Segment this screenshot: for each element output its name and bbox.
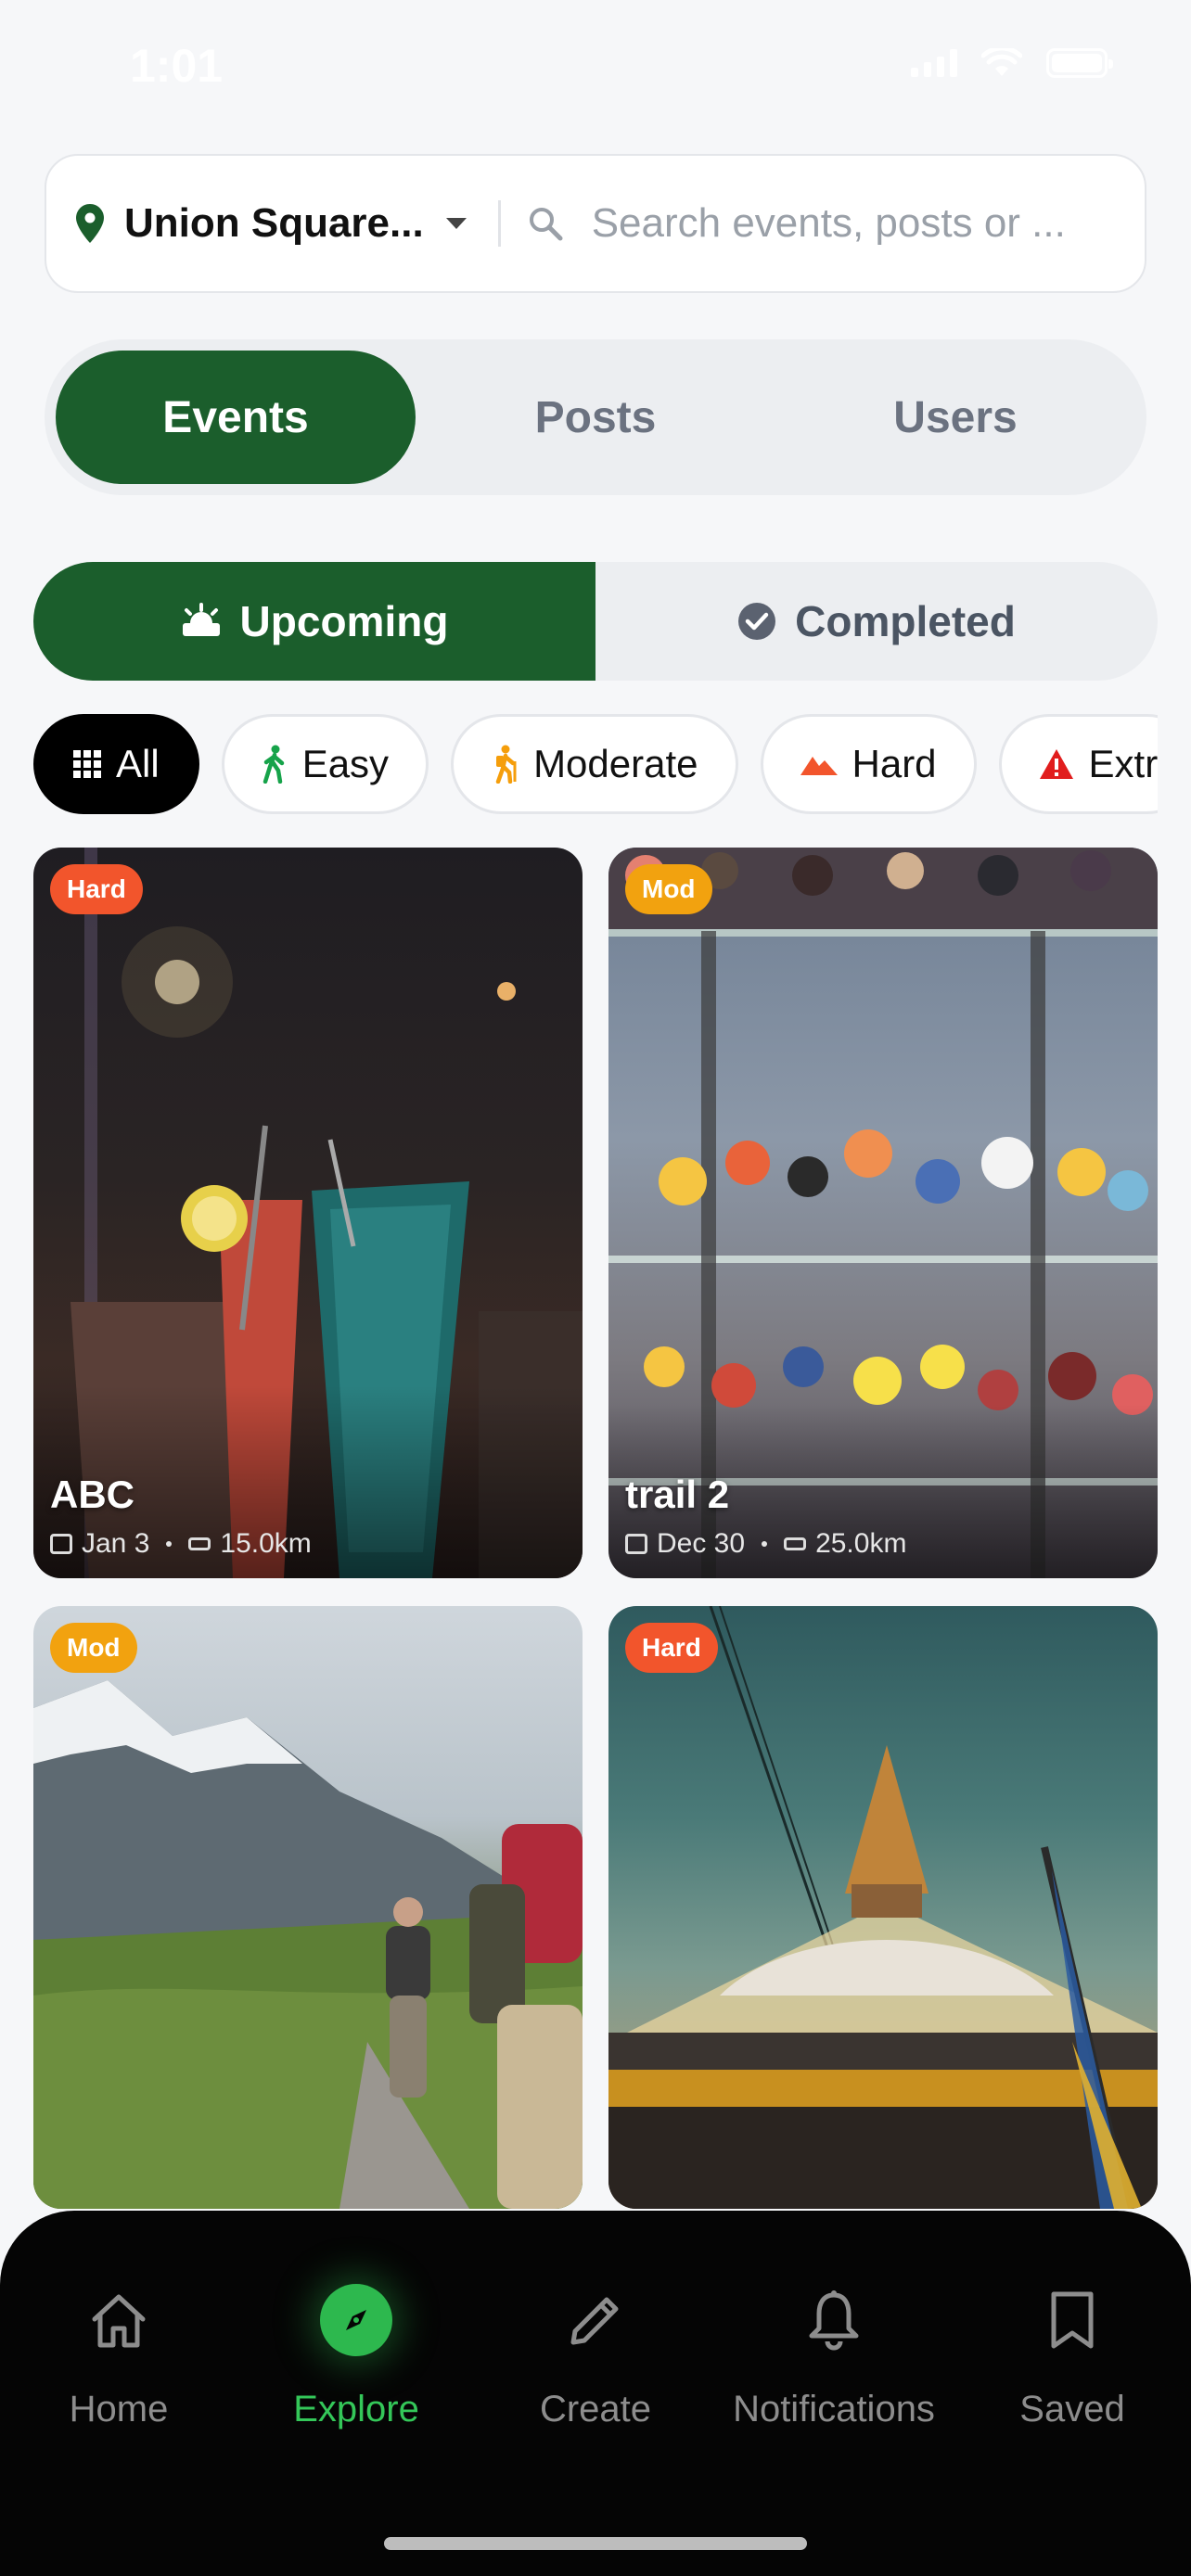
nav-saved-label: Saved xyxy=(1019,2389,1125,2429)
event-card[interactable]: Mod trail 2 Dec 30 25.0km xyxy=(608,848,1158,1578)
pencil-icon xyxy=(558,2283,633,2357)
event-meta: Jan 3 15.0km xyxy=(50,1528,312,1560)
meta-separator xyxy=(166,1541,173,1547)
difficulty-badge: Hard xyxy=(50,864,143,914)
nav-home-label: Home xyxy=(69,2389,169,2429)
calendar-icon xyxy=(50,1534,72,1554)
difficulty-badge: Hard xyxy=(625,1623,718,1673)
home-indicator[interactable] xyxy=(384,2537,807,2550)
event-status-toggle: Upcoming Completed xyxy=(33,562,1158,681)
bookmark-icon xyxy=(1035,2283,1109,2357)
completed-label: Completed xyxy=(795,597,1016,645)
location-pin-icon xyxy=(74,203,106,244)
filter-easy[interactable]: Easy xyxy=(221,714,429,814)
event-distance: 15.0km xyxy=(220,1528,312,1559)
nav-create-label: Create xyxy=(539,2389,652,2429)
filter-all[interactable]: All xyxy=(33,714,199,814)
event-date: Jan 3 xyxy=(82,1528,150,1559)
difficulty-filters: All Easy Moderate Hard Extr xyxy=(33,714,1158,816)
tab-posts[interactable]: Posts xyxy=(416,351,775,484)
nav-explore-label: Explore xyxy=(293,2389,419,2429)
wifi-icon xyxy=(981,48,1022,76)
tab-events[interactable]: Events xyxy=(56,351,416,484)
event-distance: 25.0km xyxy=(815,1528,907,1559)
filter-all-label: All xyxy=(116,742,160,785)
home-icon xyxy=(82,2283,156,2357)
location-selector[interactable]: Union Square... xyxy=(124,200,424,247)
status-time: 1:01 xyxy=(130,40,224,92)
status-bar: 1:01 xyxy=(0,0,1191,130)
card-image xyxy=(608,848,1158,1578)
search-bar: Union Square... Search events, posts or … xyxy=(45,154,1146,293)
filter-moderate[interactable]: Moderate xyxy=(451,714,738,814)
search-input[interactable]: Search events, posts or ... xyxy=(592,200,1117,247)
bottom-navigation: Home Explore Create Notifications Saved xyxy=(0,2211,1191,2576)
sunrise-icon xyxy=(182,603,220,636)
nav-explore[interactable]: Explore xyxy=(245,2283,467,2430)
mountain-icon xyxy=(800,757,838,775)
filter-easy-label: Easy xyxy=(301,742,390,785)
difficulty-badge: Mod xyxy=(50,1623,137,1673)
nav-saved[interactable]: Saved xyxy=(961,2283,1184,2430)
card-image xyxy=(608,1606,1158,2209)
difficulty-badge: Mod xyxy=(625,864,712,914)
warning-icon xyxy=(1039,749,1073,779)
filter-extreme[interactable]: Extr xyxy=(998,714,1158,814)
event-title: trail 2 xyxy=(625,1473,730,1516)
ruler-icon xyxy=(188,1537,211,1550)
event-date: Dec 30 xyxy=(657,1528,746,1559)
filter-hard-label: Hard xyxy=(852,742,937,785)
search-icon xyxy=(525,203,566,244)
nav-create[interactable]: Create xyxy=(484,2283,707,2430)
signal-icon xyxy=(911,49,957,77)
meta-separator xyxy=(762,1541,768,1547)
nav-notifications-label: Notifications xyxy=(733,2389,935,2429)
filter-extreme-label: Extr xyxy=(1088,742,1158,785)
event-card[interactable]: Hard ABC Jan 3 15.0km xyxy=(33,848,583,1578)
search-divider xyxy=(497,200,501,247)
main-tabs: Events Posts Users xyxy=(45,339,1146,495)
tab-users[interactable]: Users xyxy=(775,351,1135,484)
card-image xyxy=(33,848,583,1578)
calendar-icon xyxy=(625,1534,647,1554)
grid-icon xyxy=(73,750,101,778)
filter-moderate-label: Moderate xyxy=(533,742,698,785)
battery-icon xyxy=(1046,48,1113,78)
ruler-icon xyxy=(784,1537,807,1550)
event-title: ABC xyxy=(50,1473,134,1516)
walking-icon xyxy=(263,745,284,784)
chevron-down-icon[interactable] xyxy=(445,218,467,229)
upcoming-button[interactable]: Upcoming xyxy=(33,562,596,681)
hiking-icon xyxy=(495,745,517,784)
card-image xyxy=(33,1680,583,2209)
check-circle-icon xyxy=(738,603,776,640)
event-card[interactable]: Hard xyxy=(608,1606,1158,2209)
nav-notifications[interactable]: Notifications xyxy=(723,2283,945,2430)
bell-icon xyxy=(797,2283,871,2357)
event-meta: Dec 30 25.0km xyxy=(625,1528,906,1560)
filter-hard[interactable]: Hard xyxy=(760,714,977,814)
upcoming-label: Upcoming xyxy=(239,597,449,645)
event-card[interactable]: Mod xyxy=(33,1606,583,2209)
status-icons xyxy=(911,48,1113,78)
completed-button[interactable]: Completed xyxy=(596,562,1158,681)
nav-home[interactable]: Home xyxy=(7,2283,230,2430)
compass-icon xyxy=(319,2283,393,2357)
